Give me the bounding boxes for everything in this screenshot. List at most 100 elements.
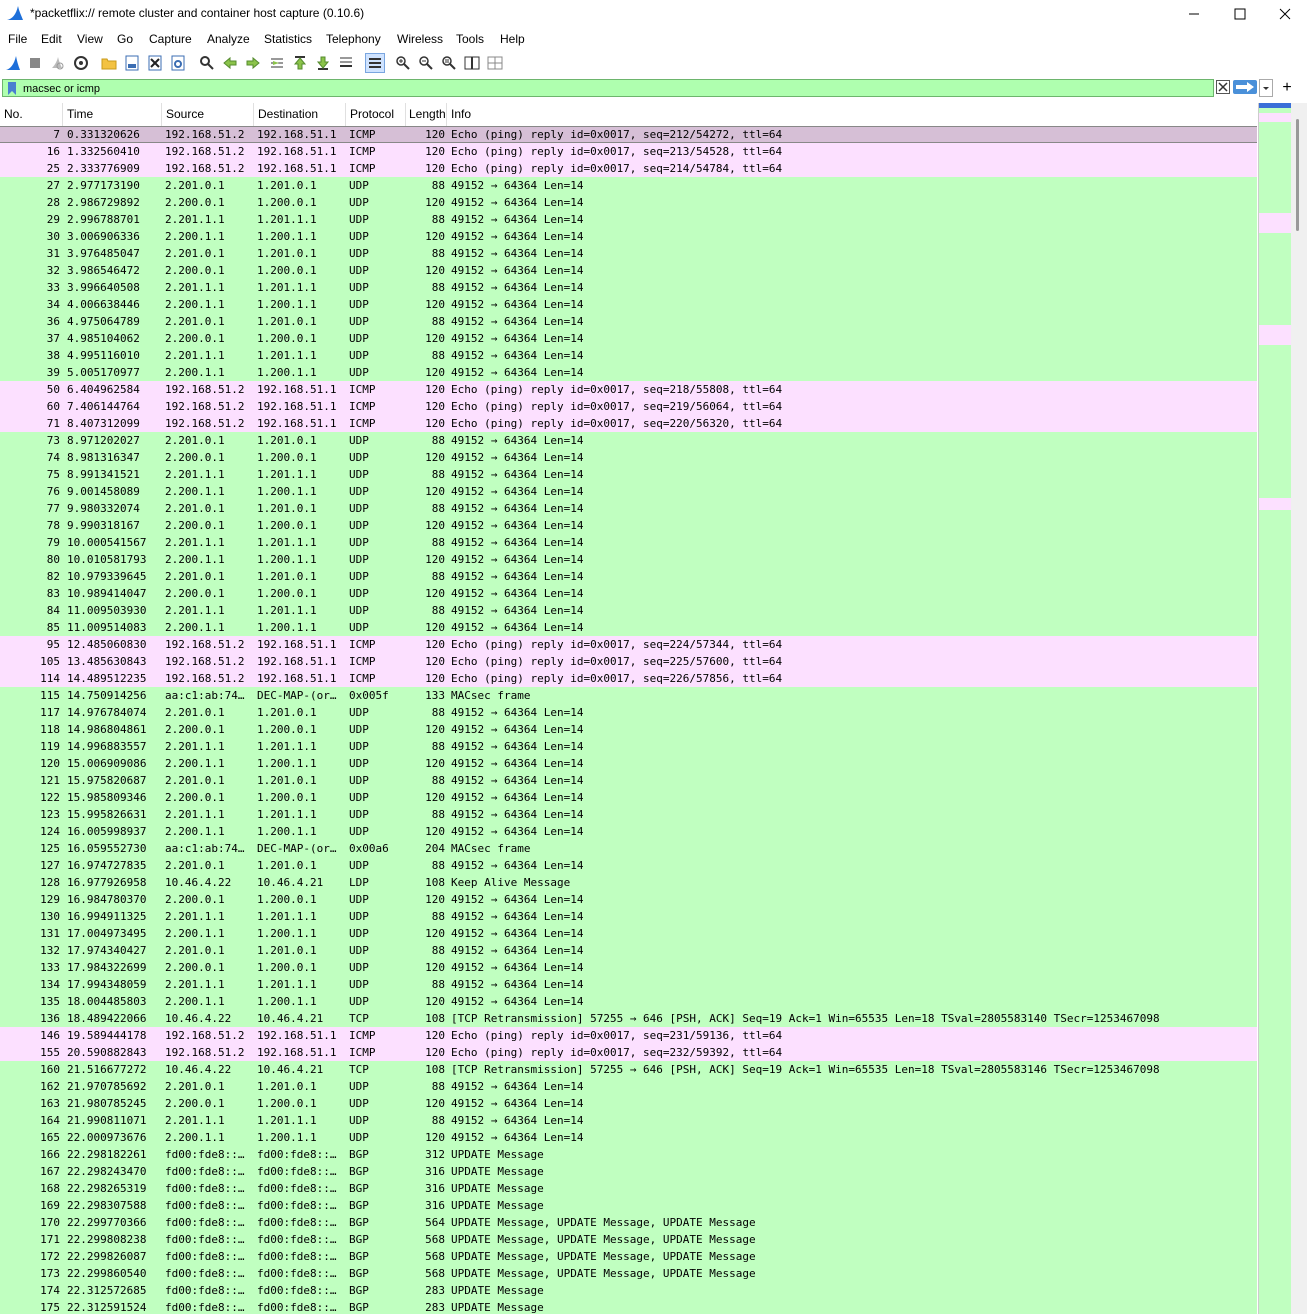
packet-row[interactable]: 83 10.989414047 2.200.0.1 1.200.0.1 UDP 120 49… <box>0 585 1257 602</box>
packet-row[interactable]: 164 21.990811071 2.201.1.1 1.201.1.1 UDP 88 49… <box>0 1112 1257 1129</box>
stop-capture-button[interactable] <box>26 54 44 72</box>
menu-file[interactable]: File <box>8 32 27 46</box>
packet-row[interactable]: 77 9.980332074 2.201.0.1 1.201.0.1 UDP 88 4915… <box>0 500 1257 517</box>
column-time[interactable]: Time <box>67 107 159 121</box>
packet-row[interactable]: 95 12.485060830 192.168.51.2 192.168.51.1 IC… <box>0 636 1257 653</box>
packet-row[interactable]: 132 17.974340427 2.201.0.1 1.201.0.1 UDP 88 49… <box>0 942 1257 959</box>
layout-button[interactable] <box>486 54 504 72</box>
packet-row[interactable]: 169 22.298307588 fd00:fde8::… fd00:fde8::… B… <box>0 1197 1257 1214</box>
packet-row-selected[interactable]: 7 0.331320626 192.168.51.2 192.168.51.1 ICMP… <box>0 126 1257 143</box>
packet-row[interactable]: 31 3.976485047 2.201.0.1 1.201.0.1 UDP 88 4915… <box>0 245 1257 262</box>
packet-row[interactable]: 39 5.005170977 2.200.1.1 1.200.1.1 UDP 120 491… <box>0 364 1257 381</box>
packet-row[interactable]: 123 15.995826631 2.201.1.1 1.201.1.1 UDP 88 49… <box>0 806 1257 823</box>
packet-row[interactable]: 165 22.000973676 2.200.1.1 1.200.1.1 UDP 120 4… <box>0 1129 1257 1146</box>
packet-row[interactable]: 128 16.977926958 10.46.4.22 10.46.4.21 LDP 10… <box>0 874 1257 891</box>
packet-row[interactable]: 135 18.004485803 2.200.1.1 1.200.1.1 UDP 120 4… <box>0 993 1257 1010</box>
packet-row[interactable]: 119 14.996883557 2.201.1.1 1.201.1.1 UDP 88 49… <box>0 738 1257 755</box>
restart-capture-button[interactable] <box>48 54 66 72</box>
colorize-packet-list-button[interactable] <box>365 53 385 73</box>
maximize-button[interactable] <box>1217 0 1263 28</box>
packet-row[interactable]: 60 7.406144764 192.168.51.2 192.168.51.1 ICM… <box>0 398 1257 415</box>
apply-filter-button[interactable] <box>1233 80 1257 94</box>
column-length[interactable]: Length <box>409 107 445 121</box>
resize-columns-button[interactable] <box>463 54 481 72</box>
menu-edit[interactable]: Edit <box>41 32 62 46</box>
packet-row[interactable]: 34 4.006638446 2.200.1.1 1.200.1.1 UDP 120 491… <box>0 296 1257 313</box>
packet-row[interactable]: 174 22.312572685 fd00:fde8::… fd00:fde8::… B… <box>0 1282 1257 1299</box>
packet-row[interactable]: 124 16.005998937 2.200.1.1 1.200.1.1 UDP 120 4… <box>0 823 1257 840</box>
go-back-button[interactable] <box>221 54 239 72</box>
packet-row[interactable]: 163 21.980785245 2.200.0.1 1.200.0.1 UDP 120 4… <box>0 1095 1257 1112</box>
packet-row[interactable]: 32 3.986546472 2.200.0.1 1.200.0.1 UDP 120 491… <box>0 262 1257 279</box>
close-button[interactable] <box>1262 0 1307 28</box>
column-no[interactable]: No. <box>4 107 62 121</box>
display-filter-field[interactable] <box>2 79 1214 97</box>
capture-options-button[interactable] <box>72 54 90 72</box>
packet-row[interactable]: 171 22.299808238 fd00:fde8::… fd00:fde8::… B… <box>0 1231 1257 1248</box>
packet-row[interactable]: 36 4.975064789 2.201.0.1 1.201.0.1 UDP 88 4915… <box>0 313 1257 330</box>
column-separator[interactable] <box>446 103 447 126</box>
menu-statistics[interactable]: Statistics <box>264 32 312 46</box>
scrollbar-thumb[interactable] <box>1296 119 1299 231</box>
packet-row[interactable]: 173 22.299860540 fd00:fde8::… fd00:fde8::… B… <box>0 1265 1257 1282</box>
packet-row[interactable]: 131 17.004973495 2.200.1.1 1.200.1.1 UDP 120 4… <box>0 925 1257 942</box>
packet-row[interactable]: 38 4.995116010 2.201.1.1 1.201.1.1 UDP 88 4915… <box>0 347 1257 364</box>
packet-row[interactable]: 117 14.976784074 2.201.0.1 1.201.0.1 UDP 88 49… <box>0 704 1257 721</box>
packet-row[interactable]: 166 22.298182261 fd00:fde8::… fd00:fde8::… B… <box>0 1146 1257 1163</box>
packet-row[interactable]: 125 16.059552730 aa:c1:ab:74… DEC-MAP-(or… 0… <box>0 840 1257 857</box>
close-file-button[interactable] <box>146 54 164 72</box>
go-first-packet-button[interactable] <box>291 54 309 72</box>
packet-row[interactable]: 118 14.986804861 2.200.0.1 1.200.0.1 UDP 120 4… <box>0 721 1257 738</box>
column-separator[interactable] <box>161 103 162 126</box>
column-destination[interactable]: Destination <box>258 107 344 121</box>
packet-row[interactable]: 30 3.006906336 2.200.1.1 1.200.1.1 UDP 120 491… <box>0 228 1257 245</box>
packet-row[interactable]: 168 22.298265319 fd00:fde8::… fd00:fde8::… B… <box>0 1180 1257 1197</box>
packet-row[interactable]: 130 16.994911325 2.201.1.1 1.201.1.1 UDP 88 49… <box>0 908 1257 925</box>
packet-row[interactable]: 160 21.516677272 10.46.4.22 10.46.4.21 TCP 10… <box>0 1061 1257 1078</box>
find-packet-button[interactable] <box>198 54 216 72</box>
packet-row[interactable]: 78 9.990318167 2.200.0.1 1.200.0.1 UDP 120 491… <box>0 517 1257 534</box>
packet-row[interactable]: 76 9.001458089 2.200.1.1 1.200.1.1 UDP 120 491… <box>0 483 1257 500</box>
packet-row[interactable]: 82 10.979339645 2.201.0.1 1.201.0.1 UDP 88 491… <box>0 568 1257 585</box>
packet-row[interactable]: 136 18.489422066 10.46.4.22 10.46.4.21 TCP 10… <box>0 1010 1257 1027</box>
menu-tools[interactable]: Tools <box>456 32 484 46</box>
packet-row[interactable]: 120 15.006909086 2.200.1.1 1.200.1.1 UDP 120 4… <box>0 755 1257 772</box>
packet-row[interactable]: 129 16.984780370 2.200.0.1 1.200.0.1 UDP 120 4… <box>0 891 1257 908</box>
menu-analyze[interactable]: Analyze <box>207 32 250 46</box>
menu-help[interactable]: Help <box>500 32 525 46</box>
packet-row[interactable]: 71 8.407312099 192.168.51.2 192.168.51.1 ICM… <box>0 415 1257 432</box>
column-source[interactable]: Source <box>166 107 252 121</box>
packet-row[interactable]: 80 10.010581793 2.200.1.1 1.200.1.1 UDP 120 49… <box>0 551 1257 568</box>
packet-row[interactable]: 172 22.299826087 fd00:fde8::… fd00:fde8::… B… <box>0 1248 1257 1265</box>
packet-row[interactable]: 50 6.404962584 192.168.51.2 192.168.51.1 ICM… <box>0 381 1257 398</box>
packet-row[interactable]: 162 21.970785692 2.201.0.1 1.201.0.1 UDP 88 49… <box>0 1078 1257 1095</box>
packet-row[interactable]: 146 19.589444178 192.168.51.2 192.168.51.1 I… <box>0 1027 1257 1044</box>
open-file-button[interactable] <box>100 54 118 72</box>
menu-telephony[interactable]: Telephony <box>326 32 381 46</box>
packet-row[interactable]: 84 11.009503930 2.201.1.1 1.201.1.1 UDP 88 491… <box>0 602 1257 619</box>
column-protocol[interactable]: Protocol <box>350 107 404 121</box>
packet-row[interactable]: 121 15.975820687 2.201.0.1 1.201.0.1 UDP 88 49… <box>0 772 1257 789</box>
bookmark-icon[interactable] <box>7 82 17 95</box>
packet-row[interactable]: 74 8.981316347 2.200.0.1 1.200.0.1 UDP 120 491… <box>0 449 1257 466</box>
menu-go[interactable]: Go <box>117 32 133 46</box>
packet-row[interactable]: 175 22.312591524 fd00:fde8::… fd00:fde8::… B… <box>0 1299 1257 1314</box>
packet-row[interactable]: 134 17.994348059 2.201.1.1 1.201.1.1 UDP 88 49… <box>0 976 1257 993</box>
packet-row[interactable]: 155 20.590882843 192.168.51.2 192.168.51.1 I… <box>0 1044 1257 1061</box>
packet-row[interactable]: 133 17.984322699 2.200.0.1 1.200.0.1 UDP 120 4… <box>0 959 1257 976</box>
packet-row[interactable]: 37 4.985104062 2.200.0.1 1.200.0.1 UDP 120 491… <box>0 330 1257 347</box>
go-forward-button[interactable] <box>244 54 262 72</box>
packet-row[interactable]: 170 22.299770366 fd00:fde8::… fd00:fde8::… B… <box>0 1214 1257 1231</box>
packet-row[interactable]: 105 13.485630843 192.168.51.2 192.168.51.1 I… <box>0 653 1257 670</box>
packet-row[interactable]: 73 8.971202027 2.201.0.1 1.201.0.1 UDP 88 4915… <box>0 432 1257 449</box>
packet-row[interactable]: 115 14.750914256 aa:c1:ab:74… DEC-MAP-(or… 0… <box>0 687 1257 704</box>
save-file-button[interactable] <box>123 54 141 72</box>
packet-row[interactable]: 167 22.298243470 fd00:fde8::… fd00:fde8::… B… <box>0 1163 1257 1180</box>
packet-row[interactable]: 75 8.991341521 2.201.1.1 1.201.1.1 UDP 88 4915… <box>0 466 1257 483</box>
packet-row[interactable]: 28 2.986729892 2.200.0.1 1.200.0.1 UDP 120 491… <box>0 194 1257 211</box>
packet-row[interactable]: 114 14.489512235 192.168.51.2 192.168.51.1 I… <box>0 670 1257 687</box>
auto-scroll-button[interactable] <box>337 54 355 72</box>
packet-row[interactable]: 33 3.996640508 2.201.1.1 1.201.1.1 UDP 88 4915… <box>0 279 1257 296</box>
start-capture-button[interactable] <box>4 54 22 72</box>
display-filter-input[interactable] <box>23 81 1203 96</box>
